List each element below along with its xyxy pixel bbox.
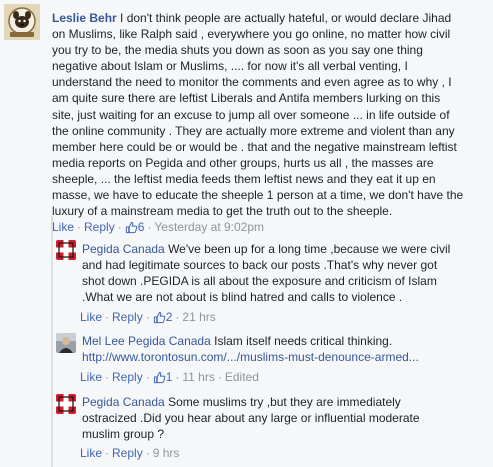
pegida-flag-avatar-icon[interactable] bbox=[56, 240, 76, 260]
reply-button[interactable]: Reply bbox=[112, 310, 143, 324]
action-separator: · bbox=[145, 446, 150, 460]
action-separator: · bbox=[117, 220, 122, 234]
like-count-link[interactable]: 6 bbox=[125, 220, 144, 234]
reply-button[interactable]: Reply bbox=[84, 220, 115, 234]
comment-text: Islam itself needs critical thinking. bbox=[210, 334, 393, 348]
comment-url-link[interactable]: http://www.torontosun.com/.../muslims-mu… bbox=[82, 349, 492, 365]
comment-author-link[interactable]: Pegida Canada bbox=[82, 242, 165, 256]
like-button[interactable]: Like bbox=[80, 310, 102, 324]
comment-actions: Like · Reply · 1 · 11 hrs · Edited bbox=[80, 369, 259, 385]
thumbs-up-icon bbox=[153, 311, 165, 324]
person-avatar-icon[interactable] bbox=[56, 333, 76, 353]
reply-button[interactable]: Reply bbox=[112, 370, 143, 384]
like-button[interactable]: Like bbox=[52, 220, 74, 234]
thumbs-up-icon bbox=[153, 371, 165, 384]
comment-author-link[interactable]: Mel Lee bbox=[82, 334, 125, 348]
reply-button[interactable]: Reply bbox=[112, 446, 143, 460]
action-separator: · bbox=[175, 310, 180, 324]
comment-body: Pegida Canada We've been up for a long t… bbox=[82, 241, 492, 305]
like-count-link[interactable]: 2 bbox=[153, 310, 172, 324]
comment-timestamp[interactable]: 11 hrs bbox=[182, 370, 214, 384]
comment-actions: Like · Reply · 6 · Yesterday at 9:02pm bbox=[52, 219, 264, 235]
action-separator: · bbox=[105, 446, 110, 460]
like-count-link[interactable]: 1 bbox=[153, 370, 172, 384]
like-button[interactable]: Like bbox=[80, 446, 102, 460]
action-separator: · bbox=[105, 370, 110, 384]
comment-timestamp[interactable]: Yesterday at 9:02pm bbox=[154, 220, 264, 234]
comment-leslie-behr: Leslie Behr I don't think people are act… bbox=[0, 0, 493, 234]
action-separator: · bbox=[145, 310, 150, 324]
comment-body: Leslie Behr I don't think people are act… bbox=[52, 10, 492, 219]
comment-thread: Leslie Behr I don't think people are act… bbox=[0, 0, 493, 467]
action-separator: · bbox=[147, 220, 152, 234]
comment-text: I don't think people are actually hatefu… bbox=[52, 11, 464, 219]
pegida-flag-avatar-icon[interactable] bbox=[56, 394, 76, 414]
action-separator: · bbox=[175, 370, 180, 384]
action-separator: · bbox=[145, 370, 150, 384]
comment-body: Mel Lee Pegida Canada Islam itself needs… bbox=[82, 333, 492, 349]
comment-author-link[interactable]: Pegida Canada bbox=[82, 395, 165, 409]
reply-mel-lee: Mel Lee Pegida Canada Islam itself needs… bbox=[0, 328, 493, 388]
reply-pegida-canada-2: Pegida Canada Some muslims try ,but they… bbox=[0, 389, 493, 467]
edited-label[interactable]: Edited bbox=[225, 370, 259, 384]
comment-actions: Like · Reply · 9 hrs bbox=[80, 445, 179, 461]
comment-timestamp[interactable]: 9 hrs bbox=[153, 446, 180, 460]
comment-body: Pegida Canada Some muslims try ,but they… bbox=[82, 394, 492, 442]
mentioned-page-link[interactable]: Pegida Canada bbox=[128, 334, 211, 348]
comment-timestamp[interactable]: 21 hrs bbox=[182, 310, 215, 324]
thumbs-up-icon bbox=[125, 221, 137, 234]
action-separator: · bbox=[105, 310, 110, 324]
action-separator: · bbox=[77, 220, 82, 234]
action-separator: · bbox=[217, 370, 222, 384]
dog-avatar-icon[interactable] bbox=[4, 4, 40, 40]
reply-pegida-canada: Pegida Canada We've been up for a long t… bbox=[0, 236, 493, 326]
comment-author-link[interactable]: Leslie Behr bbox=[52, 11, 117, 25]
comment-actions: Like · Reply · 2 · 21 hrs bbox=[80, 309, 216, 325]
like-button[interactable]: Like bbox=[80, 370, 102, 384]
